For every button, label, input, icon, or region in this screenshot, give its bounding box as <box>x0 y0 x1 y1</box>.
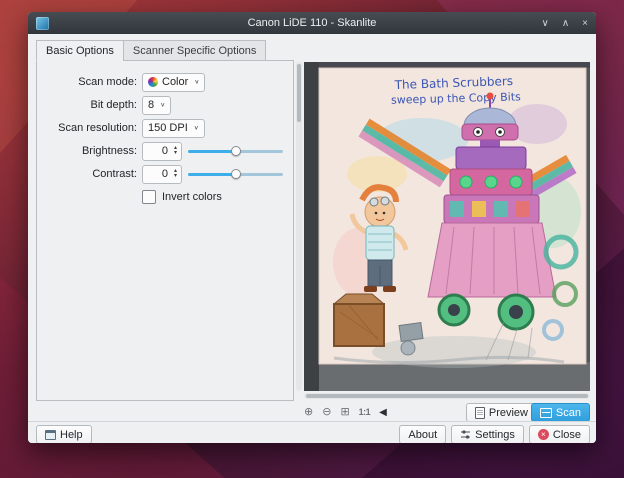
window-body: Basic Options Scanner Specific Options S… <box>28 34 596 443</box>
brightness-label: Brightness: <box>37 145 137 157</box>
chevron-down-icon: ∨ <box>194 79 199 86</box>
brightness-spinbox[interactable]: 0 ▴ ▾ <box>142 142 182 161</box>
scan-button[interactable]: Scan <box>531 403 590 422</box>
skanlite-app-icon <box>36 17 49 30</box>
preview-horizontal-scrollbar[interactable] <box>304 393 590 399</box>
bit-depth-select[interactable]: 8 ∨ <box>142 96 171 115</box>
contrast-slider-handle[interactable] <box>231 169 241 179</box>
preview-button-label: Preview <box>489 407 528 419</box>
spin-down-icon[interactable]: ▾ <box>174 174 177 179</box>
about-button[interactable]: About <box>399 425 446 443</box>
scrollbar-thumb[interactable] <box>306 394 588 398</box>
tab-bar: Basic Options Scanner Specific Options <box>36 40 265 61</box>
window-close-icon[interactable]: × <box>582 18 588 29</box>
maximize-icon[interactable]: ∧ <box>562 18 569 29</box>
close-icon: × <box>538 429 549 440</box>
scan-mode-select[interactable]: Color ∨ <box>142 73 205 92</box>
chevron-down-icon: ∨ <box>160 102 165 109</box>
settings-button-label: Settings <box>475 429 515 441</box>
clear-selections-icon[interactable]: ◀ <box>379 404 387 421</box>
help-icon <box>45 430 56 440</box>
bit-depth-label: Bit depth: <box>37 99 137 111</box>
scan-mode-label: Scan mode: <box>37 76 137 88</box>
zoom-in-icon[interactable]: ⊕ <box>304 404 313 421</box>
close-button-label: Close <box>553 429 581 441</box>
brightness-value: 0 <box>143 145 170 157</box>
settings-icon <box>460 429 471 440</box>
chevron-down-icon: ∨ <box>194 125 199 132</box>
invert-colors-label: Invert colors <box>162 191 222 203</box>
bit-depth-row: Bit depth: 8 ∨ <box>37 94 287 116</box>
scan-resolution-label: Scan resolution: <box>37 122 137 134</box>
settings-button[interactable]: Settings <box>451 425 524 443</box>
zoom-fit-icon[interactable]: ⊞ <box>340 404 349 421</box>
color-wheel-icon <box>148 77 158 87</box>
window-title: Canon LiDE 110 - Skanlite <box>28 17 596 29</box>
bit-depth-value: 8 <box>148 99 154 111</box>
minimize-icon[interactable]: ∨ <box>542 18 549 29</box>
scanned-image[interactable]: The Bath Scrubbers sweep up the Copy Bit… <box>304 62 590 391</box>
document-preview-icon <box>475 407 485 419</box>
brightness-row: Brightness: 0 ▴ ▾ <box>37 140 287 162</box>
contrast-row: Contrast: 0 ▴ ▾ <box>37 163 287 185</box>
basic-options-panel: Scan mode: Color ∨ Bit depth: 8 ∨ Sca <box>36 60 294 401</box>
zoom-toolbar: ⊕ ⊖ ⊞ 1:1 ◀ <box>304 404 387 421</box>
skanlite-window: Canon LiDE 110 - Skanlite ∨ ∧ × Basic Op… <box>28 12 596 443</box>
tab-basic-options[interactable]: Basic Options <box>36 40 124 61</box>
contrast-label: Contrast: <box>37 168 137 180</box>
spin-down-icon[interactable]: ▾ <box>174 151 177 156</box>
close-button[interactable]: × Close <box>529 425 590 443</box>
brightness-slider[interactable] <box>188 142 283 161</box>
help-button-label: Help <box>60 429 83 441</box>
scrollbar-thumb[interactable] <box>297 64 301 122</box>
titlebar[interactable]: Canon LiDE 110 - Skanlite ∨ ∧ × <box>28 12 596 34</box>
scanner-icon <box>540 408 552 418</box>
scan-mode-value: Color <box>162 76 188 88</box>
scan-button-label: Scan <box>556 407 581 419</box>
scan-preview-area[interactable]: The Bath Scrubbers sweep up the Copy Bit… <box>304 62 590 391</box>
brightness-slider-handle[interactable] <box>231 146 241 156</box>
preview-button[interactable]: Preview <box>466 403 537 422</box>
about-button-label: About <box>408 429 437 441</box>
scan-resolution-select[interactable]: 150 DPI ∨ <box>142 119 205 138</box>
help-button[interactable]: Help <box>36 425 92 443</box>
contrast-slider[interactable] <box>188 165 283 184</box>
preview-vertical-scrollbar[interactable] <box>296 62 302 391</box>
scan-mode-row: Scan mode: Color ∨ <box>37 71 287 93</box>
desktop-background: Canon LiDE 110 - Skanlite ∨ ∧ × Basic Op… <box>0 0 624 478</box>
contrast-spinbox[interactable]: 0 ▴ ▾ <box>142 165 182 184</box>
zoom-actual-size-icon[interactable]: 1:1 <box>359 404 371 421</box>
zoom-out-icon[interactable]: ⊖ <box>322 404 331 421</box>
footer-button-row: Help About Settings × <box>36 425 590 443</box>
scan-resolution-row: Scan resolution: 150 DPI ∨ <box>37 117 287 139</box>
footer-separator <box>28 421 596 422</box>
scan-resolution-value: 150 DPI <box>148 122 188 134</box>
tab-scanner-specific-options[interactable]: Scanner Specific Options <box>123 40 267 61</box>
invert-colors-checkbox[interactable] <box>142 190 156 204</box>
invert-colors-row: Invert colors <box>142 186 287 208</box>
contrast-value: 0 <box>143 168 170 180</box>
